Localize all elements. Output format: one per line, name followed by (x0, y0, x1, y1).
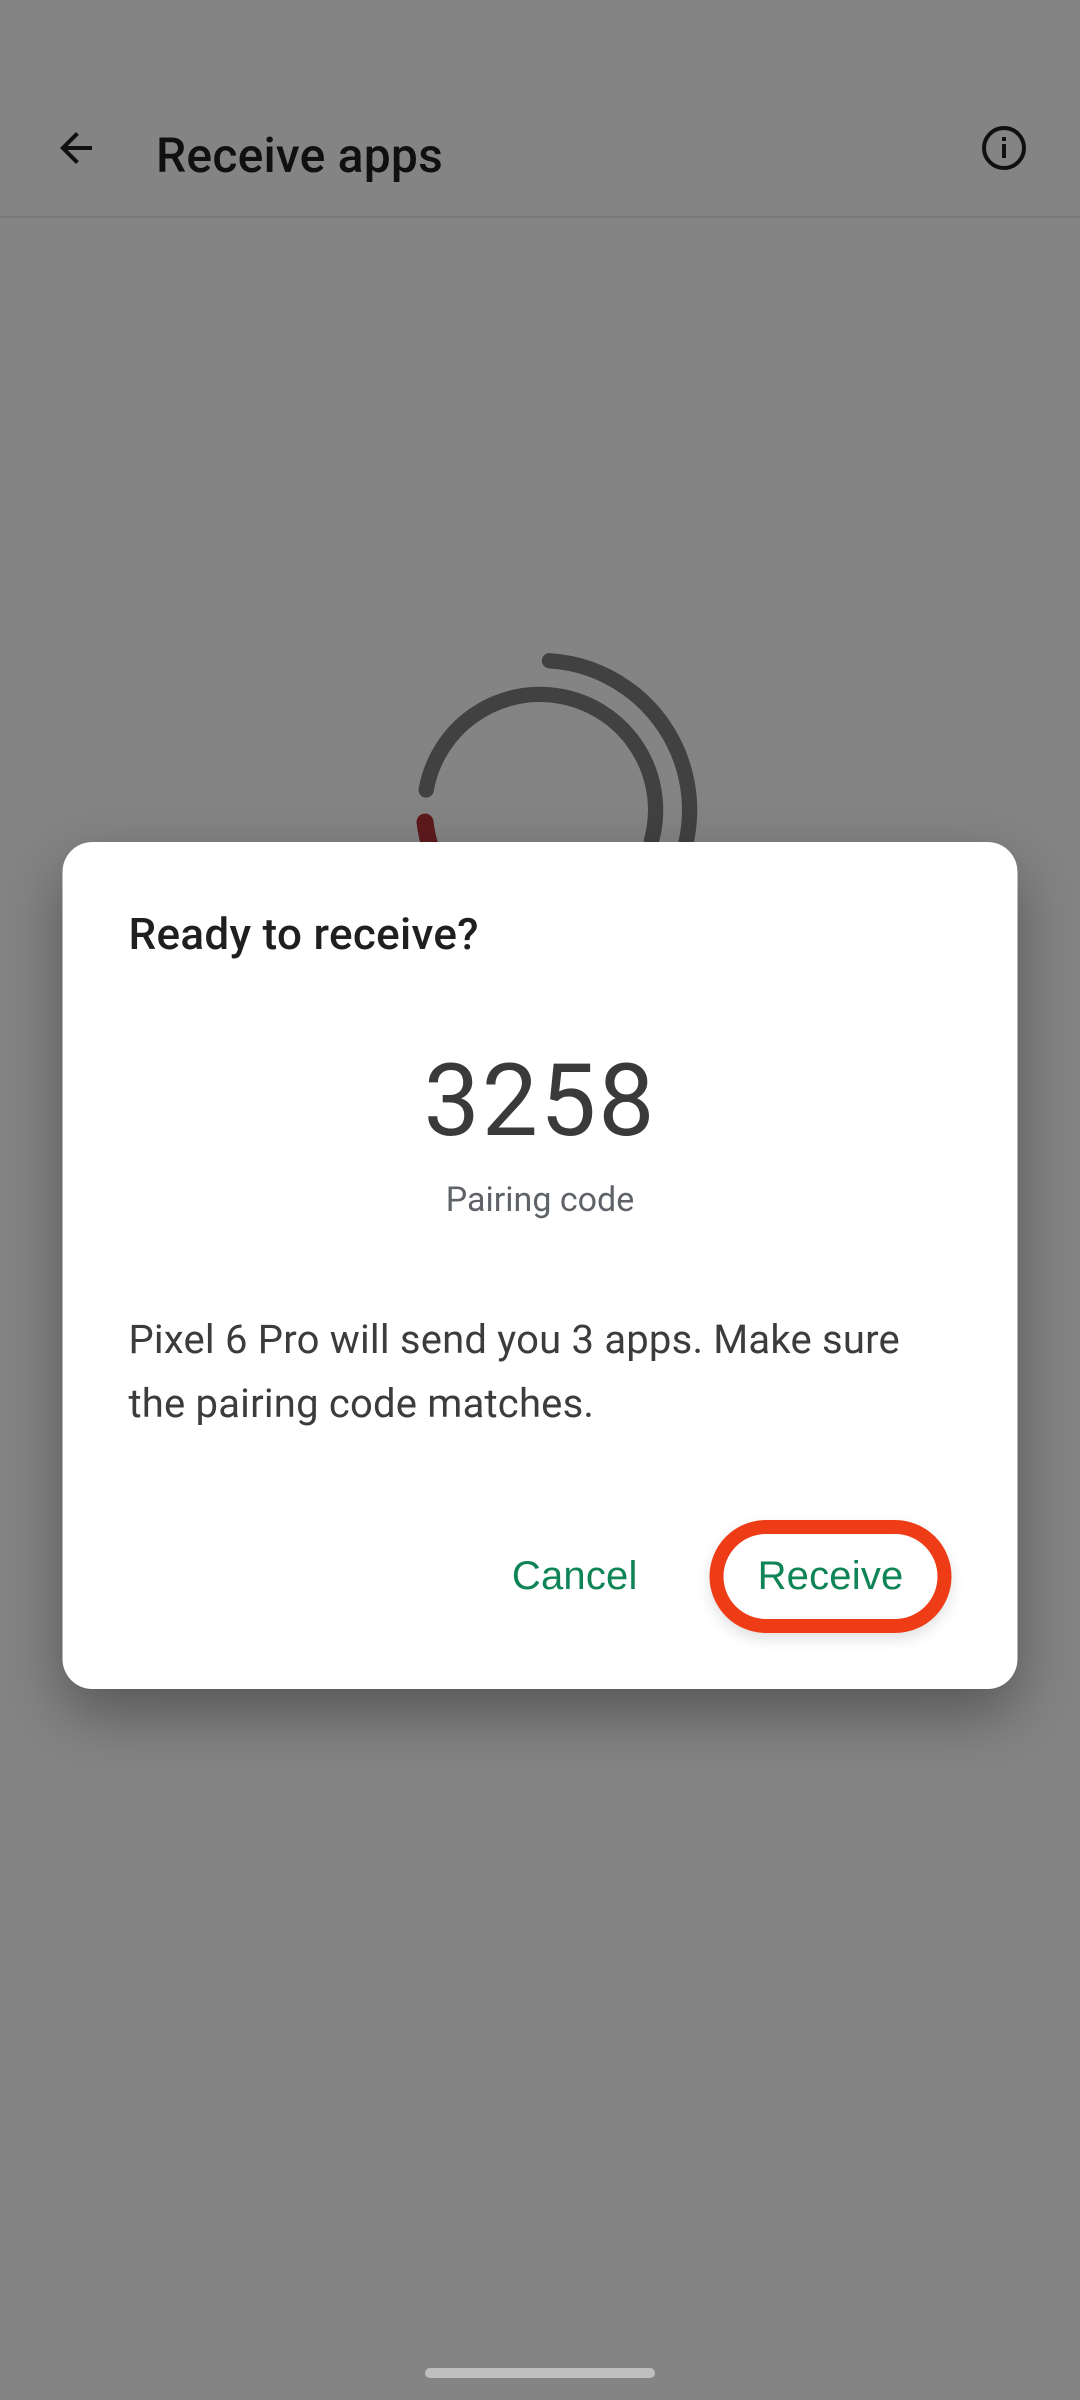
dialog-actions: Cancel Receive (129, 1520, 952, 1633)
tutorial-highlight-ring: Receive (710, 1520, 952, 1633)
cancel-button[interactable]: Cancel (484, 1538, 666, 1615)
dialog-body-text: Pixel 6 Pro will send you 3 apps. Make s… (129, 1308, 952, 1436)
receive-button[interactable]: Receive (742, 1538, 920, 1615)
ready-to-receive-dialog: Ready to receive? 3258 Pairing code Pixe… (63, 842, 1018, 1689)
gesture-nav-bar[interactable] (425, 2368, 655, 2378)
pairing-code-value: 3258 (129, 1052, 952, 1152)
pairing-code-label: Pairing code (129, 1180, 952, 1220)
dialog-title: Ready to receive? (129, 908, 952, 960)
